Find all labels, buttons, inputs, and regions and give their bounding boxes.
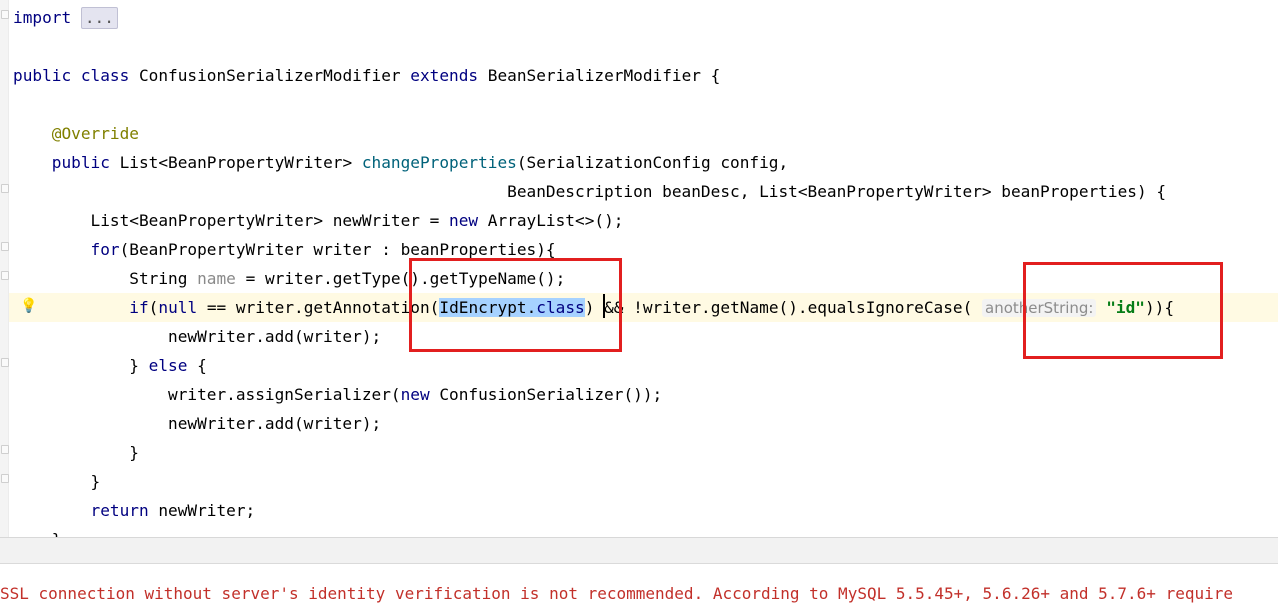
code-token: ( — [148, 298, 159, 317]
code-line[interactable]: newWriter.add(writer); — [13, 409, 381, 438]
code-token: BeanSerializerModifier { — [487, 66, 721, 85]
code-line[interactable]: List<BeanPropertyWriter> newWriter = new… — [13, 206, 624, 235]
code-editor[interactable]: 💡 import ... public class ConfusionSerial… — [0, 0, 1278, 537]
code-token: newWriter.add(writer); — [13, 414, 382, 433]
code-token: (BeanPropertyWriter writer : beanPropert… — [119, 240, 556, 259]
code-token: == writer.getAnnotation( — [197, 298, 440, 317]
editor-gutter[interactable] — [0, 0, 9, 537]
code-line[interactable]: BeanDescription beanDesc, List<BeanPrope… — [13, 177, 1166, 206]
code-line[interactable]: } — [13, 467, 101, 496]
annotation-box-annotation-check — [409, 258, 622, 352]
code-token: for — [90, 240, 120, 259]
console-output-line: SSL connection without server's identity… — [0, 584, 1233, 603]
code-line[interactable]: } — [13, 525, 62, 537]
code-token: @Override — [51, 124, 139, 143]
code-token: new — [400, 385, 440, 404]
code-token: null — [158, 298, 198, 317]
fold-marker-icon[interactable] — [1, 242, 9, 251]
fold-marker-icon[interactable] — [1, 358, 9, 367]
code-line[interactable]: newWriter.add(writer); — [13, 322, 381, 351]
code-token: public — [51, 153, 120, 172]
code-line[interactable]: } — [13, 438, 139, 467]
code-token: ) && !writer.getName().equalsIgnoreCase( — [584, 298, 982, 317]
horizontal-scrollbar[interactable] — [0, 537, 1278, 564]
code-token: return — [90, 501, 159, 520]
code-token: } — [13, 356, 149, 375]
code-token: import — [13, 8, 81, 27]
code-token: { — [187, 356, 207, 375]
code-line[interactable]: import ... — [13, 3, 118, 32]
code-token: else — [148, 356, 188, 375]
fold-marker-icon[interactable] — [1, 10, 9, 19]
code-token: changeProperties — [361, 153, 517, 172]
code-token: newWriter; — [158, 501, 256, 520]
code-token: public class — [13, 66, 139, 85]
code-token: new — [449, 211, 488, 230]
code-token: writer.assignSerializer( — [13, 385, 401, 404]
code-token: BeanDescription beanDesc, List<BeanPrope… — [13, 182, 1167, 201]
code-line[interactable]: public List<BeanPropertyWriter> changePr… — [13, 148, 788, 177]
fold-marker-icon[interactable] — [1, 445, 9, 454]
code-token: String — [13, 269, 198, 288]
code-token: } — [13, 530, 62, 537]
code-token: extends — [410, 66, 488, 85]
code-line[interactable]: writer.assignSerializer(new ConfusionSer… — [13, 380, 662, 409]
console-panel[interactable]: SSL connection without server's identity… — [0, 563, 1278, 610]
code-token: ArrayList<>(); — [487, 211, 624, 230]
code-token: List<BeanPropertyWriter> — [119, 153, 362, 172]
code-token: ConfusionSerializer()); — [439, 385, 663, 404]
code-token: name — [197, 269, 236, 288]
fold-marker-icon[interactable] — [1, 271, 9, 280]
code-token: List<BeanPropertyWriter> newWriter = — [13, 211, 450, 230]
code-token: } — [13, 472, 101, 491]
code-line[interactable]: return newWriter; — [13, 496, 256, 525]
code-token: newWriter.add(writer); — [13, 327, 382, 346]
code-token: ... — [80, 7, 118, 29]
fold-marker-icon[interactable] — [1, 184, 9, 193]
code-token: ConfusionSerializerModifier — [138, 66, 411, 85]
code-line[interactable]: } else { — [13, 351, 207, 380]
code-token: if — [129, 298, 149, 317]
code-token: } — [13, 443, 139, 462]
fold-marker-icon[interactable] — [1, 474, 9, 483]
code-line[interactable]: @Override — [13, 119, 139, 148]
annotation-box-id-argument — [1023, 262, 1223, 359]
code-line[interactable]: public class ConfusionSerializerModifier… — [13, 61, 720, 90]
code-token: (SerializationConfig config, — [516, 153, 789, 172]
